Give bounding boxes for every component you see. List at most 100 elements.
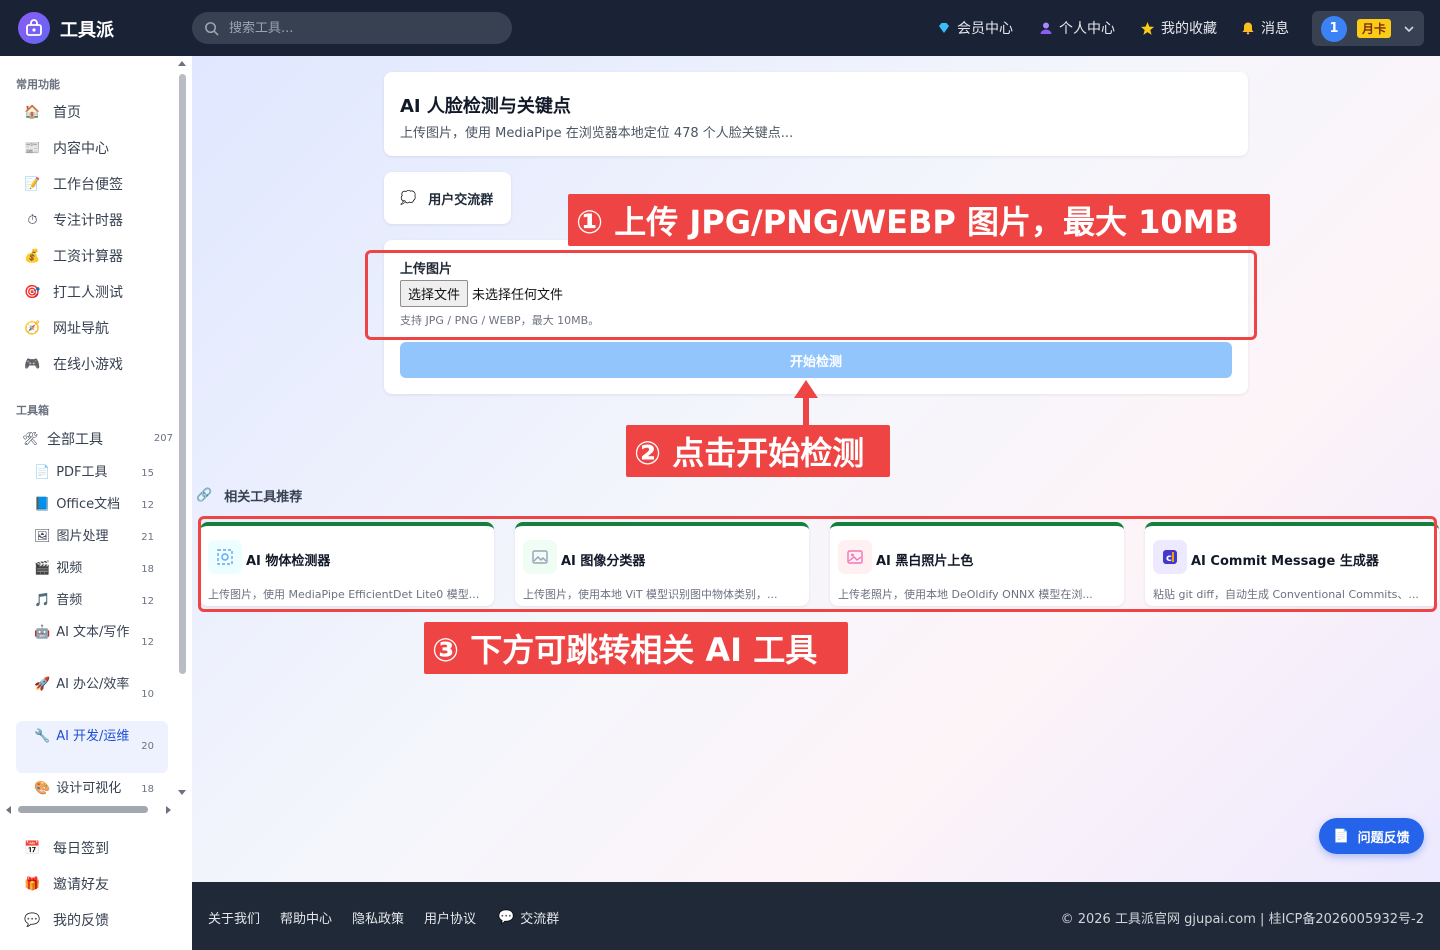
target-icon: 🎯 — [24, 284, 41, 300]
brand-name[interactable]: 工具派 — [60, 16, 114, 42]
sidebar-category-video[interactable]: 🎬 视频 — [34, 559, 136, 579]
nav-messages[interactable]: 消息 — [1241, 18, 1289, 38]
section-tools-title: 工具箱 — [16, 404, 49, 417]
page-icon: 📄 — [34, 465, 51, 480]
wrench-icon: 🔧 — [34, 729, 51, 744]
sidebar-item-home[interactable]: 🏠 首页 — [24, 100, 81, 124]
sidebar-item-checkin[interactable]: 📅 每日签到 — [24, 836, 109, 860]
gift-icon: 🎁 — [24, 876, 41, 892]
nav-profile[interactable]: 个人中心 — [1039, 18, 1115, 38]
star-icon — [1140, 21, 1155, 35]
sidebar-item-nav[interactable]: 🧭 网址导航 — [24, 316, 109, 340]
annotation-label-step1: ① 上传 JPG/PNG/WEBP 图片，最大 10MB — [568, 194, 1270, 246]
scroll-up-arrow-icon — [178, 61, 186, 66]
gamepad-icon: 🎮 — [24, 356, 41, 372]
sidebar-category-image[interactable]: 🖼 图片处理 — [34, 527, 137, 547]
robot-icon: 🤖 — [34, 625, 51, 640]
page-title: AI 人脸检测与关键点 — [400, 96, 571, 117]
start-detect-button[interactable]: 开始检测 — [400, 342, 1232, 378]
footer-link-help[interactable]: 帮助中心 — [280, 908, 332, 927]
top-bar: 工具派 会员中心 个人中心 我的收藏 消息 1 月卡 — [0, 0, 1440, 56]
category-count: 10 — [141, 689, 154, 700]
user-group-button[interactable]: 💭 用户交流群 — [384, 172, 511, 224]
compass-icon: 🧭 — [24, 320, 41, 336]
sidebar-horizontal-scroll-thumb[interactable] — [18, 806, 148, 813]
sidebar-scroll-area[interactable]: 常用功能 🏠 首页 📰 内容中心 📝 工作台便签 ⏱ 专注计时器 💰 工资计算器 🎯 打工人… — [0, 56, 192, 816]
palette-icon: 🎨 — [34, 781, 51, 796]
diamond-icon — [939, 23, 949, 33]
chat-bubble-icon: 💬 — [498, 910, 515, 925]
annotation-box-upload — [365, 250, 1257, 340]
sidebar-category-ai-office[interactable]: 🚀 AI 办公/效率 — [34, 675, 136, 695]
scroll-down-arrow-icon — [178, 790, 186, 795]
sidebar-category-ai-writing[interactable]: 🤖 AI 文本/写作 — [34, 623, 136, 643]
category-count: 12 — [141, 500, 154, 511]
sidebar-scroll-thumb[interactable] — [179, 74, 186, 674]
picture-icon: 🖼 — [34, 529, 51, 544]
rocket-icon: 🚀 — [34, 677, 51, 692]
footer-link-group[interactable]: 💬 交流群 — [498, 908, 559, 927]
sidebar-item-games[interactable]: 🎮 在线小游戏 — [24, 352, 123, 376]
document-icon: 📄 — [1333, 828, 1350, 844]
category-count: 15 — [141, 468, 154, 479]
music-icon: 🎵 — [34, 593, 51, 608]
sidebar-item-content[interactable]: 📰 内容中心 — [24, 136, 109, 160]
annotation-label-step3: ③ 下方可跳转相关 AI 工具 — [424, 622, 848, 674]
plan-badge: 月卡 — [1357, 19, 1392, 38]
sidebar-item-invite[interactable]: 🎁 邀请好友 — [24, 872, 109, 896]
sidebar-item-timer[interactable]: ⏱ 专注计时器 — [24, 208, 123, 232]
related-tools-title: 🔗 相关工具推荐 — [196, 488, 303, 505]
footer-link-about[interactable]: 关于我们 — [208, 908, 260, 927]
sidebar-item-notes[interactable]: 📝 工作台便签 — [24, 172, 123, 196]
sidebar-category-ai-dev[interactable]: 🔧 AI 开发/运维 — [34, 727, 136, 747]
sidebar-item-all-tools[interactable]: 🛠 全部工具 — [22, 427, 103, 451]
section-common-title: 常用功能 — [16, 78, 60, 91]
sidebar-item-feedback[interactable]: 💬 我的反馈 — [24, 908, 109, 932]
bell-icon — [1242, 22, 1254, 35]
user-menu[interactable]: 1 月卡 — [1312, 11, 1424, 46]
category-count: 18 — [141, 784, 154, 795]
tools-icon: 🛠 — [22, 431, 39, 447]
sidebar-category-audio[interactable]: 🎵 音频 — [34, 591, 136, 611]
scroll-left-arrow-icon[interactable] — [3, 804, 13, 816]
search-icon — [205, 21, 219, 36]
money-bag-icon: 💰 — [24, 248, 41, 264]
footer-copyright: © 2026 工具派官网 gjupai.com | 桂ICP备202600593… — [1060, 912, 1424, 927]
sidebar: 常用功能 🏠 首页 📰 内容中心 📝 工作台便签 ⏱ 专注计时器 💰 工资计算器 🎯 打工人… — [0, 56, 192, 950]
category-count: 18 — [141, 564, 154, 575]
sidebar-item-worker-test[interactable]: 🎯 打工人测试 — [24, 280, 123, 304]
sidebar-category-design[interactable]: 🎨 设计可视化 — [34, 779, 136, 799]
search-box[interactable] — [192, 12, 512, 44]
home-icon: 🏠 — [24, 104, 41, 120]
footer-link-terms[interactable]: 用户协议 — [424, 908, 476, 927]
sidebar-category-pdf[interactable]: 📄 PDF工具 — [34, 463, 136, 483]
brand-logo-icon[interactable] — [18, 12, 50, 44]
category-count: 20 — [141, 741, 154, 752]
sidebar-item-salary[interactable]: 💰 工资计算器 — [24, 244, 123, 268]
calendar-icon: 📅 — [24, 840, 41, 856]
page-subtitle: 上传图片，使用 MediaPipe 在浏览器本地定位 478 个人脸关键点... — [400, 126, 794, 141]
avatar: 1 — [1321, 15, 1347, 42]
search-input[interactable] — [229, 20, 489, 36]
tool-header-card: AI 人脸检测与关键点 上传图片，使用 MediaPipe 在浏览器本地定位 4… — [384, 72, 1248, 156]
document-icon: 📘 — [34, 497, 51, 512]
annotation-arrow-up-icon — [794, 380, 818, 426]
link-icon: 🔗 — [196, 488, 213, 503]
all-tools-count: 207 — [153, 433, 173, 444]
sidebar-category-office[interactable]: 📘 Office文档 — [34, 495, 136, 515]
feedback-button[interactable]: 📄 问题反馈 — [1319, 818, 1424, 854]
footer-link-privacy[interactable]: 隐私政策 — [352, 908, 404, 927]
speech-bubble-icon: 💬 — [24, 912, 41, 928]
user-icon — [1040, 22, 1052, 34]
stopwatch-icon: ⏱ — [27, 212, 38, 228]
chevron-down-icon — [1404, 25, 1414, 32]
category-count: 12 — [141, 596, 154, 607]
clapper-icon: 🎬 — [34, 561, 51, 576]
nav-vip-center[interactable]: 会员中心 — [937, 18, 1013, 38]
nav-favorites[interactable]: 我的收藏 — [1140, 18, 1217, 38]
annotation-label-step2: ② 点击开始检测 — [626, 425, 890, 477]
annotation-box-related — [198, 516, 1437, 612]
footer: 关于我们 帮助中心 隐私政策 用户协议 💬 交流群 © 2026 工具派官网 g… — [192, 882, 1440, 950]
scroll-right-arrow-icon[interactable] — [164, 804, 174, 816]
category-count: 12 — [141, 637, 154, 648]
